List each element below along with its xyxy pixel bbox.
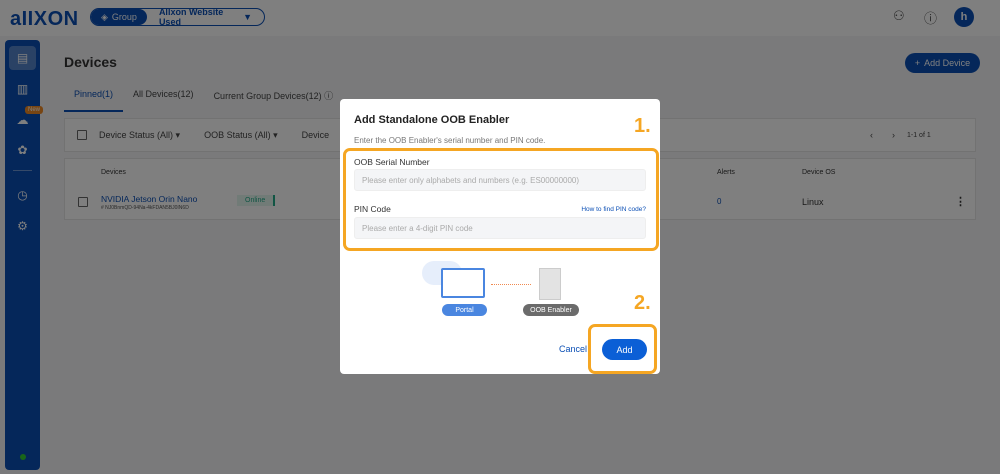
connection-line	[491, 284, 531, 285]
serial-label: OOB Serial Number	[354, 157, 430, 167]
oob-enabler-label: OOB Enabler	[523, 304, 579, 316]
step-2-marker: 2.	[634, 292, 651, 314]
add-oob-enabler-dialog: Add Standalone OOB Enabler Enter the OOB…	[340, 99, 660, 374]
pin-label: PIN Code	[354, 204, 391, 214]
portal-illustration	[441, 268, 485, 298]
portal-label: Portal	[442, 304, 487, 316]
add-button[interactable]: Add	[602, 339, 647, 360]
oob-enabler-illustration	[539, 268, 561, 300]
serial-number-input[interactable]	[354, 169, 646, 191]
dialog-title: Add Standalone OOB Enabler	[354, 114, 510, 126]
pin-code-input[interactable]	[354, 217, 646, 239]
step-1-marker: 1.	[634, 115, 651, 137]
find-pin-link[interactable]: How to find PIN code?	[581, 206, 646, 213]
dialog-subtitle: Enter the OOB Enabler's serial number an…	[354, 136, 546, 145]
cancel-button[interactable]: Cancel	[559, 344, 587, 354]
